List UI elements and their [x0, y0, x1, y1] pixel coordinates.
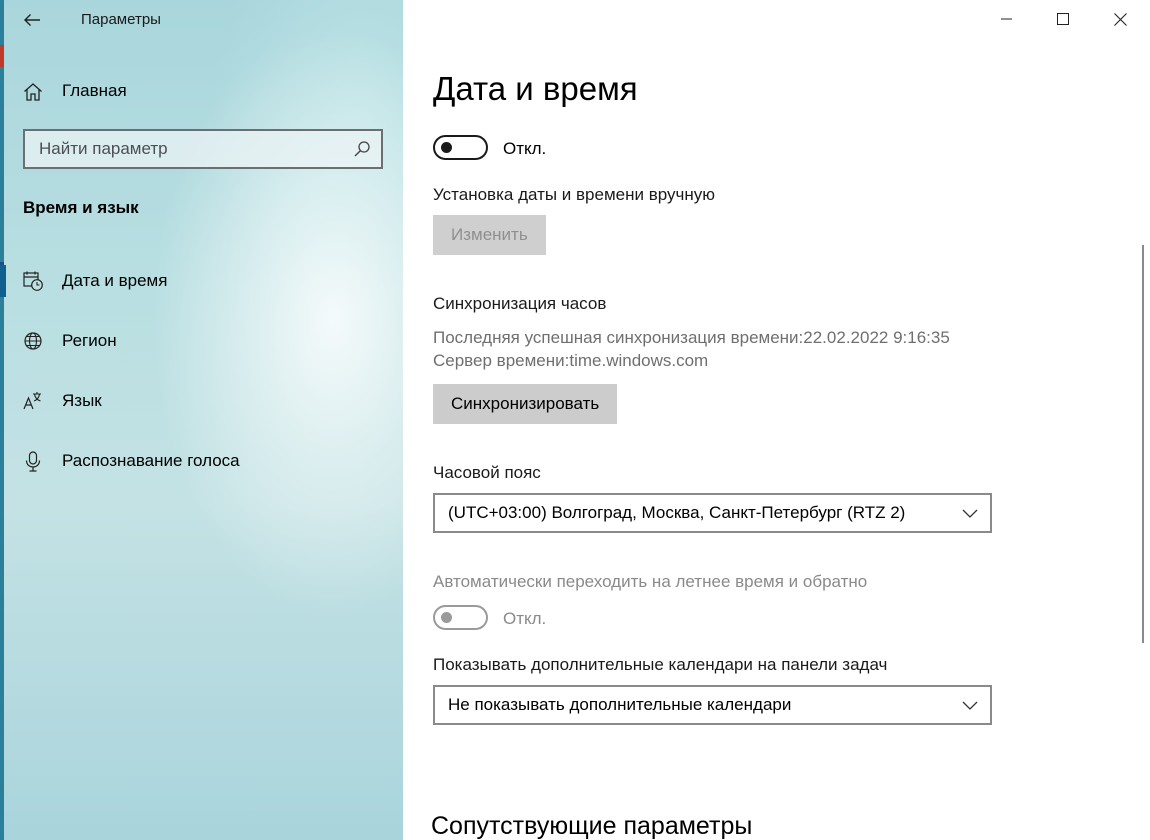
sidebar-item-language[interactable]: Язык — [4, 377, 403, 425]
auto-time-toggle[interactable] — [433, 135, 488, 160]
sidebar-item-date-time[interactable]: Дата и время — [0, 257, 403, 305]
sidebar-item-label: Распознавание голоса — [62, 451, 240, 470]
timezone-select[interactable]: (UTC+03:00) Волгоград, Москва, Санкт-Пет… — [433, 493, 992, 533]
timezone-label: Часовой пояс — [433, 463, 541, 482]
search-box[interactable] — [23, 129, 383, 169]
sidebar-item-region[interactable]: Регион — [4, 317, 403, 365]
microphone-icon — [25, 451, 41, 472]
close-icon — [1113, 12, 1127, 26]
maximize-button[interactable] — [1035, 0, 1091, 38]
home-icon — [24, 83, 42, 101]
search-icon[interactable] — [353, 140, 371, 158]
dst-toggle-state: Откл. — [503, 609, 547, 628]
home-label: Главная — [62, 81, 127, 100]
back-button[interactable] — [18, 6, 46, 34]
home-nav-item[interactable]: Главная — [4, 70, 403, 112]
dst-label: Автоматически переходить на летнее время… — [433, 572, 868, 591]
calendar-clock-icon — [23, 271, 43, 291]
globe-icon — [24, 332, 42, 350]
minimize-button[interactable] — [979, 0, 1035, 38]
scrollbar[interactable] — [1142, 245, 1144, 643]
close-button[interactable] — [1092, 0, 1148, 38]
calendars-value: Не показывать дополнительные календари — [448, 695, 792, 714]
search-input[interactable] — [39, 139, 339, 159]
calendars-label: Показывать дополнительные календари на п… — [433, 655, 888, 674]
auto-time-toggle-state: Откл. — [503, 139, 547, 158]
sync-title: Синхронизация часов — [433, 294, 607, 313]
related-settings-title: Сопутствующие параметры — [431, 812, 753, 840]
sidebar: Параметры Главная Время и язык Дата и вр… — [0, 0, 403, 840]
toggle-knob — [441, 612, 452, 623]
main-content: Дата и время Откл. Установка даты и врем… — [403, 0, 1150, 840]
manual-set-label: Установка даты и времени вручную — [433, 185, 716, 204]
maximize-icon — [1057, 13, 1069, 25]
minimize-icon — [1001, 18, 1012, 20]
language-icon — [23, 392, 41, 410]
active-indicator — [0, 265, 6, 297]
calendars-select[interactable]: Не показывать дополнительные календари — [433, 685, 992, 725]
sidebar-item-label: Регион — [62, 331, 117, 350]
title-bar: Параметры — [4, 0, 403, 40]
app-title: Параметры — [81, 11, 161, 28]
last-sync-text: Последняя успешная синхронизация времени… — [433, 328, 950, 347]
change-button[interactable]: Изменить — [433, 215, 546, 255]
sidebar-item-label: Дата и время — [62, 271, 168, 290]
dst-toggle[interactable] — [433, 605, 488, 630]
sync-button[interactable]: Синхронизировать — [433, 384, 618, 424]
chevron-down-icon — [962, 509, 978, 518]
sidebar-item-speech[interactable]: Распознавание голоса — [4, 437, 403, 485]
section-title: Время и язык — [23, 198, 139, 217]
page-title: Дата и время — [433, 70, 638, 107]
toggle-knob — [441, 142, 452, 153]
back-arrow-icon — [24, 14, 40, 26]
chevron-down-icon — [962, 701, 978, 710]
sidebar-item-label: Язык — [62, 391, 102, 410]
timezone-value: (UTC+03:00) Волгоград, Москва, Санкт-Пет… — [448, 503, 906, 522]
time-server-text: Сервер времени:time.windows.com — [433, 351, 709, 370]
